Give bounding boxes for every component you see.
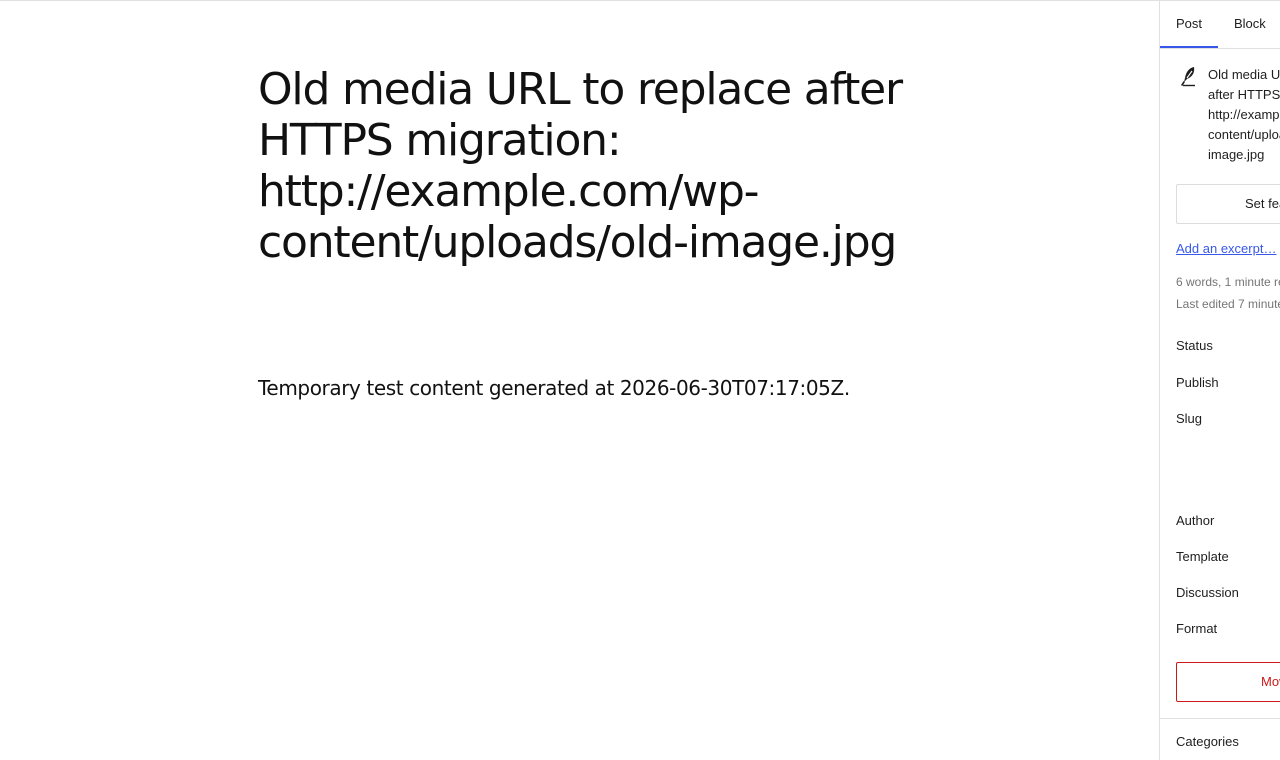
- paragraph-block[interactable]: Temporary test content generated at 2026…: [258, 375, 958, 401]
- discussion-label: Discussion: [1176, 585, 1239, 600]
- format-label: Format: [1176, 621, 1218, 636]
- editor-canvas[interactable]: Old media URL to replace after HTTPS mig…: [0, 1, 1159, 760]
- feather-pen-icon: [1181, 67, 1195, 87]
- set-featured-image-button[interactable]: Set featured image: [1176, 184, 1280, 224]
- author-label: Author: [1176, 513, 1215, 528]
- sidebar-tabs: Post Block: [1160, 1, 1280, 49]
- tab-post[interactable]: Post: [1160, 1, 1218, 48]
- post-title[interactable]: Old media URL to replace after HTTPS mig…: [258, 64, 908, 268]
- categories-panel-toggle[interactable]: Categories: [1176, 733, 1239, 751]
- post-editor: Old media URL to replace after HTTPS mig…: [0, 0, 1280, 760]
- panel-divider: [1160, 718, 1280, 719]
- post-summary-title[interactable]: Old media URL to replace after HTTPS mig…: [1208, 65, 1280, 165]
- settings-sidebar: Post Block Old media URL to replace afte…: [1159, 1, 1280, 760]
- add-excerpt-link[interactable]: Add an excerpt…: [1176, 240, 1276, 258]
- publish-label: Publish: [1176, 375, 1219, 390]
- tab-block[interactable]: Block: [1218, 1, 1280, 47]
- move-to-trash-button[interactable]: Move to trash: [1176, 662, 1280, 702]
- template-label: Template: [1176, 549, 1229, 564]
- word-count: 6 words, 1 minute read time.: [1176, 275, 1280, 289]
- status-label: Status: [1176, 338, 1213, 353]
- last-edited: Last edited 7 minutes ago.: [1176, 297, 1280, 311]
- slug-label: Slug: [1176, 411, 1203, 426]
